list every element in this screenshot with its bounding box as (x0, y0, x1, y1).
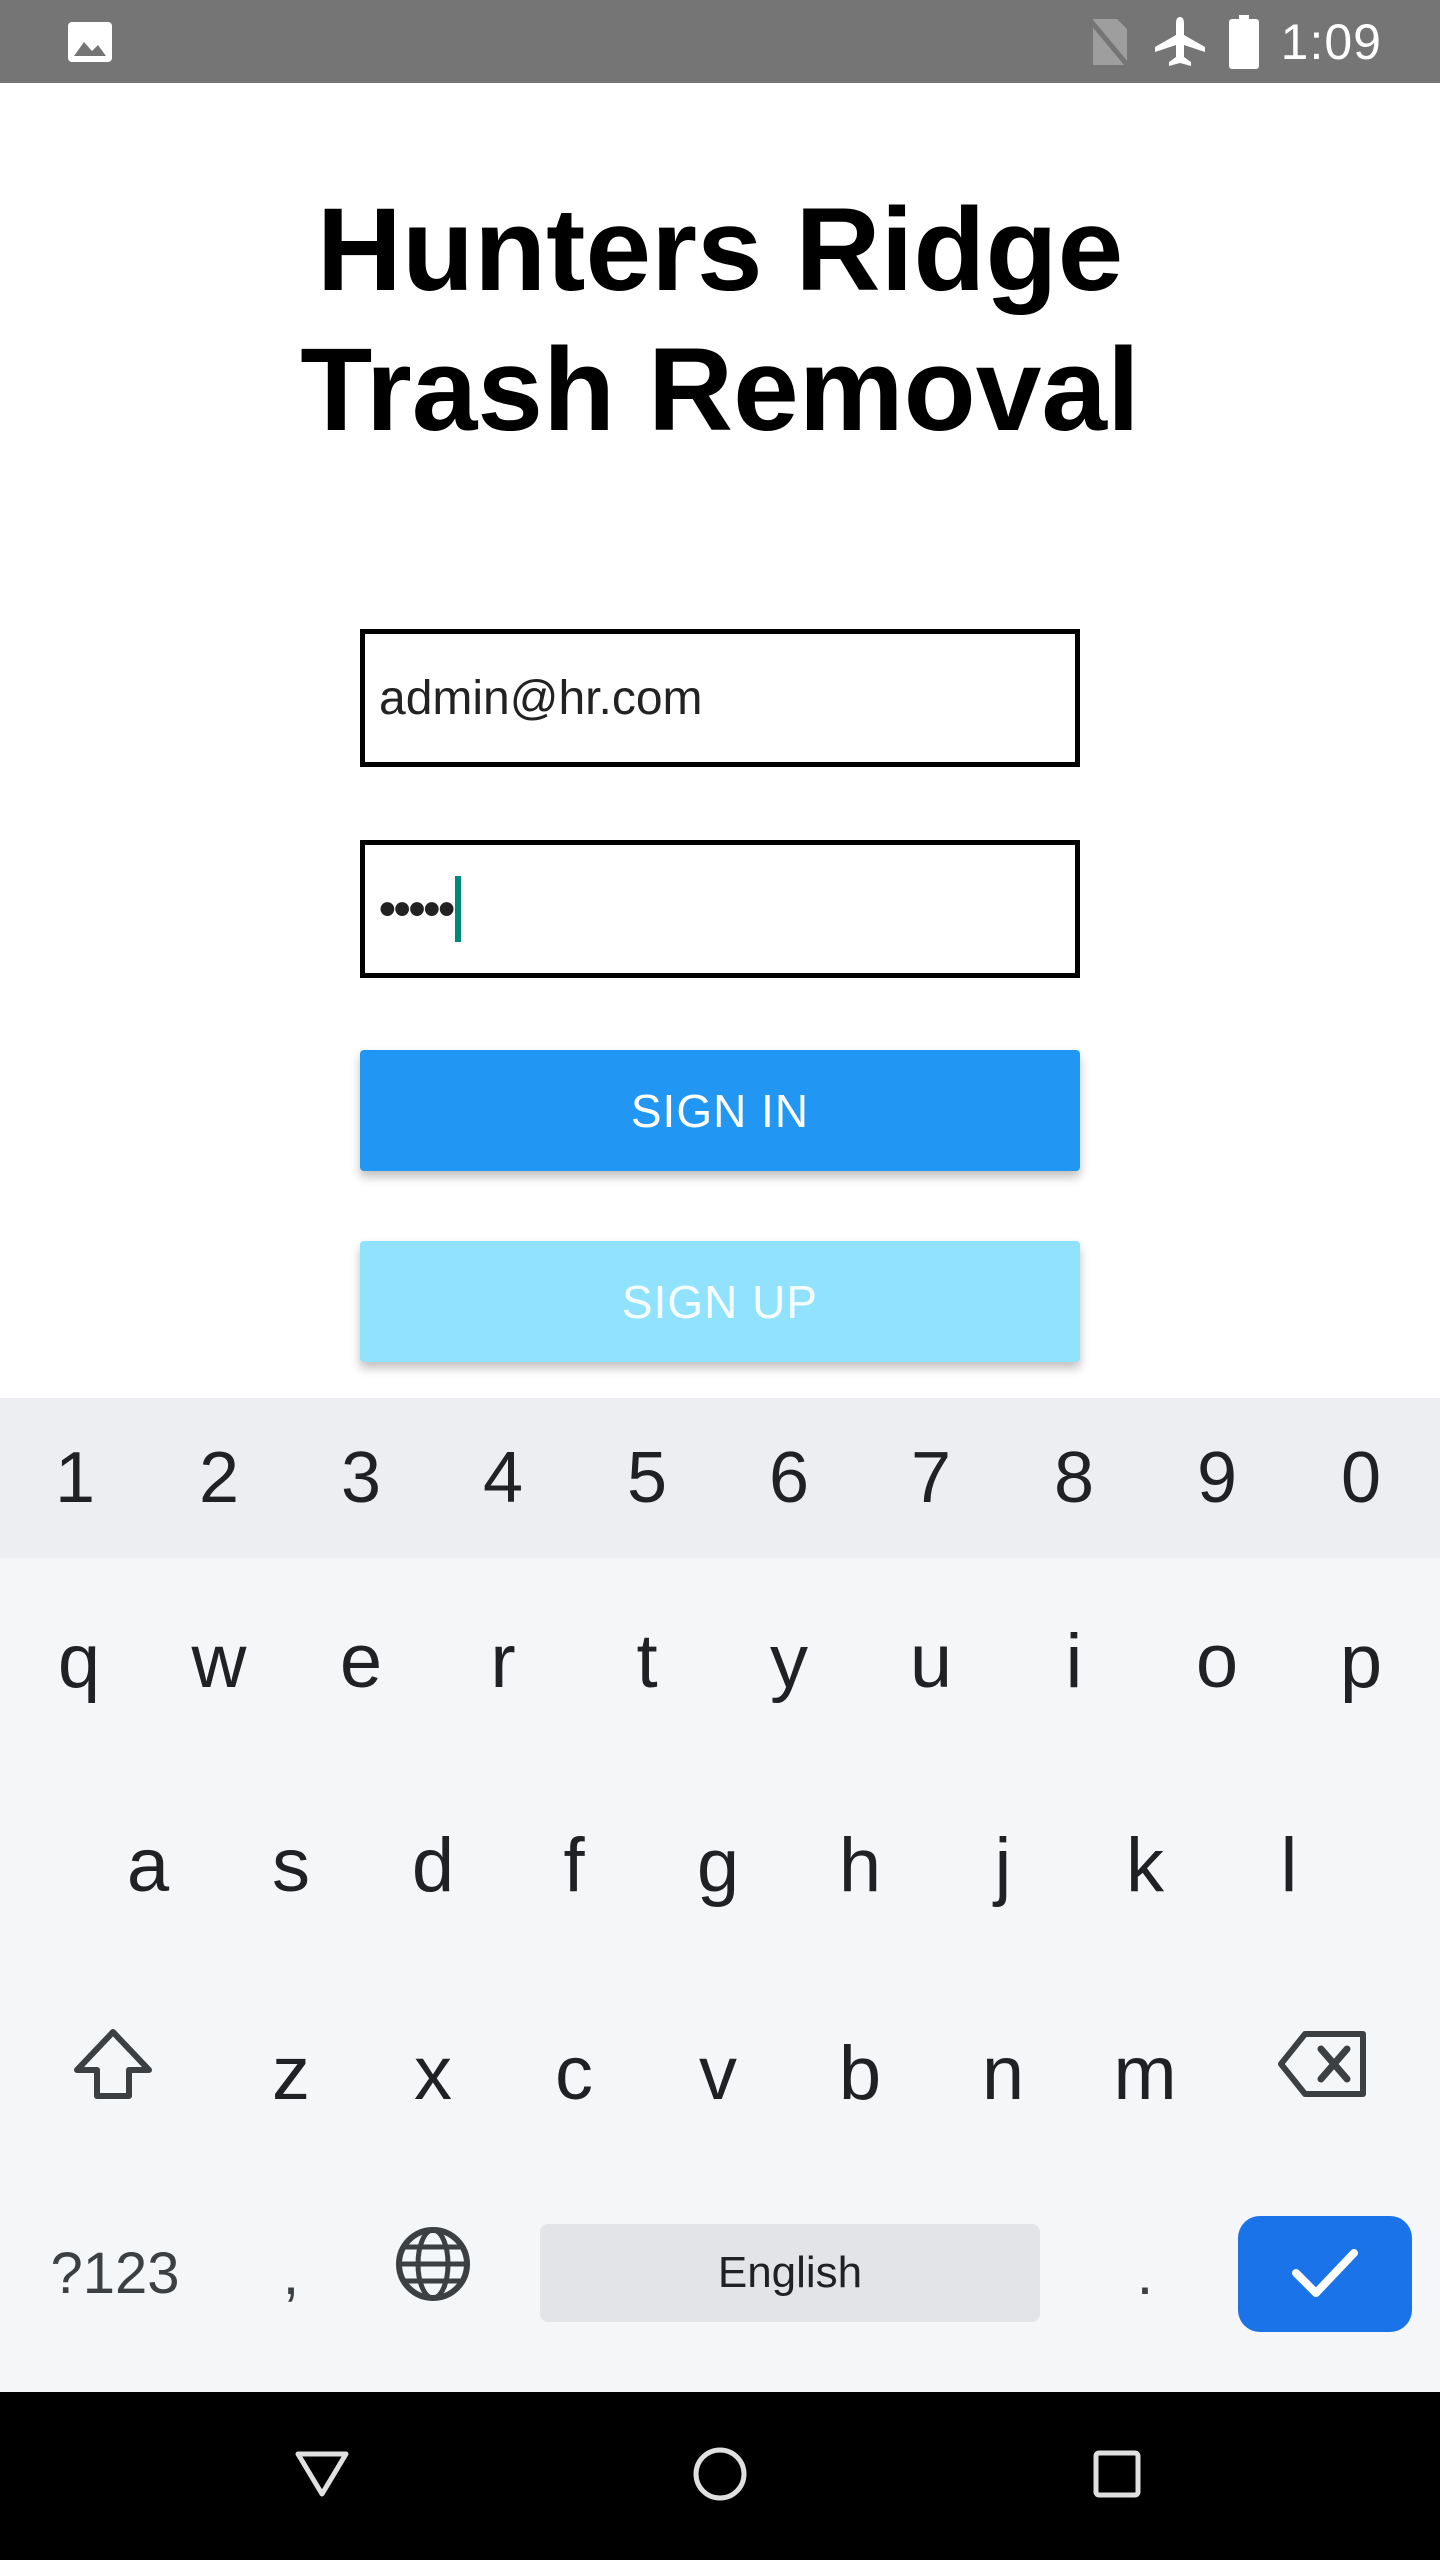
key-a[interactable]: a (77, 1790, 219, 1940)
key-k[interactable]: k (1074, 1790, 1216, 1940)
key-3[interactable]: 3 (290, 1398, 432, 1558)
key-1[interactable]: 1 (4, 1398, 146, 1558)
text-cursor (455, 876, 462, 942)
period-key[interactable]: . (1074, 2208, 1216, 2338)
key-q[interactable]: q (8, 1586, 150, 1736)
key-d[interactable]: d (362, 1790, 504, 1940)
key-m[interactable]: m (1074, 1998, 1216, 2148)
title-line-1: Hunters Ridge (316, 184, 1124, 316)
key-x[interactable]: x (362, 1998, 504, 2148)
key-5[interactable]: 5 (576, 1398, 718, 1558)
battery-icon (1228, 14, 1259, 69)
key-t[interactable]: t (576, 1586, 718, 1736)
key-o[interactable]: o (1146, 1586, 1288, 1736)
airplane-mode-icon (1153, 15, 1207, 69)
key-s[interactable]: s (220, 1790, 362, 1940)
space-bar[interactable]: English (540, 2224, 1040, 2322)
no-sim-icon (1086, 15, 1131, 69)
key-h[interactable]: h (789, 1790, 931, 1940)
password-masked-value: ••••• (379, 882, 455, 936)
backspace-key[interactable] (1252, 1998, 1394, 2148)
comma-key[interactable]: , (220, 2208, 362, 2338)
sign-in-button[interactable]: SIGN IN (360, 1050, 1080, 1171)
key-r[interactable]: r (432, 1586, 574, 1736)
key-g[interactable]: g (647, 1790, 789, 1940)
globe-icon (394, 2225, 472, 2321)
email-input[interactable] (379, 670, 1075, 726)
key-6[interactable]: 6 (718, 1398, 860, 1558)
home-button[interactable] (660, 2392, 780, 2560)
status-bar: 1:09 (0, 0, 1440, 83)
recents-button[interactable] (1057, 2392, 1177, 2560)
key-2[interactable]: 2 (148, 1398, 290, 1558)
back-triangle-icon (292, 2448, 352, 2505)
language-key[interactable] (362, 2208, 504, 2338)
key-y[interactable]: y (718, 1586, 860, 1736)
shift-key[interactable] (42, 1998, 184, 2148)
keyboard-number-row: 1 2 3 4 5 6 7 8 9 0 (0, 1398, 1440, 1558)
image-icon (66, 20, 114, 64)
key-n[interactable]: n (932, 1998, 1074, 2148)
clock-time: 1:09 (1280, 13, 1382, 70)
done-key[interactable] (1238, 2216, 1412, 2332)
key-c[interactable]: c (503, 1998, 645, 2148)
key-i[interactable]: i (1003, 1586, 1145, 1736)
status-icons: 1:09 (1086, 0, 1382, 83)
checkmark-icon (1290, 2245, 1360, 2304)
home-circle-icon (690, 2444, 750, 2509)
key-7[interactable]: 7 (860, 1398, 1002, 1558)
navigation-bar (0, 2392, 1440, 2560)
key-b[interactable]: b (789, 1998, 931, 2148)
key-j[interactable]: j (932, 1790, 1074, 1940)
email-field[interactable] (360, 629, 1080, 767)
password-field[interactable]: ••••• (360, 840, 1080, 978)
title-line-2: Trash Removal (300, 324, 1140, 456)
sign-up-button[interactable]: SIGN UP (360, 1241, 1080, 1362)
key-f[interactable]: f (503, 1790, 645, 1940)
key-0[interactable]: 0 (1290, 1398, 1432, 1558)
symbols-key[interactable]: ?123 (30, 2208, 200, 2338)
key-v[interactable]: v (647, 1998, 789, 2148)
key-z[interactable]: z (220, 1998, 362, 2148)
key-e[interactable]: e (290, 1586, 432, 1736)
shift-icon (71, 2026, 155, 2120)
recents-square-icon (1091, 2448, 1143, 2505)
back-button[interactable] (262, 2392, 382, 2560)
key-9[interactable]: 9 (1146, 1398, 1288, 1558)
key-w[interactable]: w (148, 1586, 290, 1736)
page-title: Hunters Ridge Trash Removal (0, 180, 1440, 460)
key-p[interactable]: p (1290, 1586, 1432, 1736)
key-4[interactable]: 4 (432, 1398, 574, 1558)
key-u[interactable]: u (860, 1586, 1002, 1736)
key-l[interactable]: l (1218, 1790, 1360, 1940)
backspace-icon (1277, 2029, 1369, 2117)
soft-keyboard: 1 2 3 4 5 6 7 8 9 0 q w e r t y u i o p … (0, 1398, 1440, 2392)
key-8[interactable]: 8 (1003, 1398, 1145, 1558)
